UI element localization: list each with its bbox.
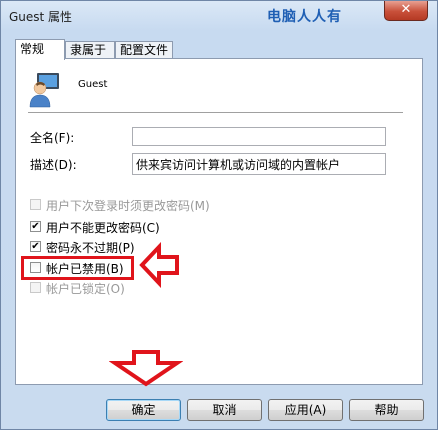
fullname-label: 全名(F): bbox=[30, 131, 75, 145]
title-bar[interactable]: Guest 属性 电脑人人有 ✕ bbox=[1, 1, 437, 31]
checkbox-label: 帐户已锁定(O) bbox=[46, 282, 125, 296]
window-title: Guest 属性 bbox=[9, 10, 73, 24]
watermark-text: 电脑人人有 bbox=[267, 9, 342, 25]
close-icon: ✕ bbox=[400, 2, 412, 17]
username-label: Guest bbox=[78, 79, 108, 90]
tab-label: 配置文件 bbox=[120, 43, 169, 57]
annotation-highlight-box bbox=[21, 256, 134, 280]
properties-dialog: Guest 属性 电脑人人有 ✕ 常规 隶属于 配置文件 Guest 全名(F)… bbox=[0, 0, 438, 430]
checkbox-box[interactable]: ✔ bbox=[30, 241, 41, 252]
help-button[interactable]: 帮助 bbox=[349, 399, 424, 421]
tab-label: 隶属于 bbox=[70, 43, 107, 57]
checkbox-box bbox=[30, 199, 41, 210]
description-input[interactable]: 供来宾访问计算机或访问域的内置帐户 bbox=[132, 153, 386, 175]
close-button[interactable]: ✕ bbox=[384, 1, 428, 21]
tab-profile[interactable]: 配置文件 bbox=[115, 41, 173, 59]
checkbox-label: 用户下次登录时须更改密码(M) bbox=[46, 199, 210, 213]
tab-general[interactable]: 常规 bbox=[15, 39, 65, 60]
annotation-arrow-left-icon bbox=[139, 242, 179, 288]
fullname-input[interactable] bbox=[132, 127, 386, 146]
section-divider bbox=[28, 112, 403, 114]
user-avatar-icon bbox=[29, 73, 59, 108]
checkbox-box bbox=[30, 282, 41, 293]
checkbox-box[interactable]: ✔ bbox=[30, 221, 41, 232]
description-label: 描述(D): bbox=[30, 158, 77, 172]
tab-member-of[interactable]: 隶属于 bbox=[65, 41, 115, 59]
checkbox-label: 用户不能更改密码(C) bbox=[46, 221, 160, 235]
cancel-button[interactable]: 取消 bbox=[187, 399, 262, 421]
annotation-arrow-down-icon bbox=[109, 350, 183, 387]
general-panel: Guest 全名(F): 描述(D): 供来宾访问计算机或访问域的内置帐户 用户… bbox=[15, 58, 423, 385]
checkbox-label: 密码永不过期(P) bbox=[46, 241, 135, 255]
ok-button[interactable]: 确定 bbox=[106, 399, 181, 421]
tab-label: 常规 bbox=[20, 42, 45, 56]
apply-button[interactable]: 应用(A) bbox=[268, 399, 343, 421]
